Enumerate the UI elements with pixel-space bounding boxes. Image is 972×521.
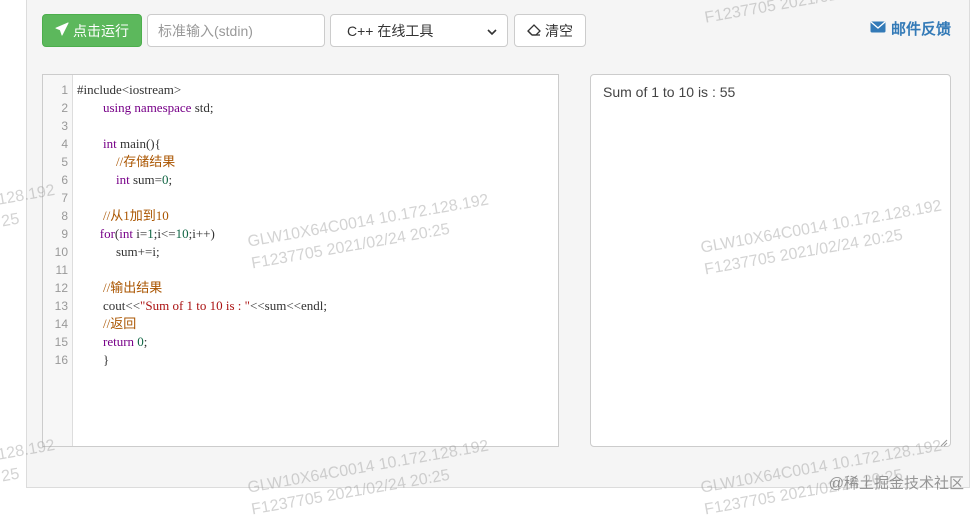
code-line: 1 #include<iostream> (43, 81, 558, 99)
code-token: sum+=i; (77, 244, 160, 259)
code-token: ;i++) (188, 226, 215, 241)
code-text: int sum=0; (77, 171, 172, 189)
line-number: 16 (54, 353, 68, 367)
code-text: //存储结果 (77, 153, 175, 171)
code-token: 10 (175, 226, 189, 241)
code-token: int (119, 226, 133, 241)
code-line: 9 for(int i=1;i<=10;i++) (43, 225, 558, 243)
code-text: #include<iostream> (77, 81, 181, 99)
code-line: 10 sum+=i; (43, 243, 558, 261)
clear-button[interactable]: 清空 (514, 14, 586, 47)
code-runner-panel: 点击运行 C++ 在线工具 清空 邮件反馈 1 #include<iostream… (26, 0, 970, 488)
code-line: 12 //输出结果 (43, 279, 558, 297)
code-token: for (99, 226, 115, 241)
code-token: ; (168, 172, 173, 187)
code-token: } (77, 352, 110, 367)
toolbar: 点击运行 C++ 在线工具 清空 邮件反馈 (27, 0, 969, 60)
code-text: sum+=i; (77, 243, 160, 261)
code-line: 4 int main(){ (43, 135, 558, 153)
code-token: #include<iostream> (77, 82, 182, 97)
code-lines: 1 #include<iostream> 2 using namespace std… (43, 81, 558, 369)
line-number: 11 (55, 263, 68, 277)
code-line: 3 (43, 117, 558, 135)
line-number: 14 (54, 317, 68, 331)
line-number: 3 (61, 119, 68, 133)
resize-handle-icon[interactable] (938, 434, 948, 447)
code-line: 13 cout<<"Sum of 1 to 10 is : "<<sum<<en… (43, 297, 558, 315)
code-text: return 0; (77, 333, 147, 351)
clear-button-label: 清空 (545, 22, 573, 39)
line-number: 9 (61, 227, 68, 241)
code-token: using namespace (103, 100, 192, 115)
line-number: 2 (61, 101, 68, 115)
line-number: 10 (54, 245, 68, 259)
email-feedback-link[interactable]: 邮件反馈 (870, 18, 951, 38)
chevron-down-icon (487, 23, 497, 39)
run-button-label: 点击运行 (73, 22, 129, 39)
line-number: 6 (61, 173, 68, 187)
eraser-icon (527, 23, 541, 39)
code-token: //返回 (103, 316, 137, 331)
line-number: 1 (61, 83, 68, 97)
code-line: 11 (43, 261, 558, 279)
code-text: } (77, 351, 109, 369)
code-token: "Sum of 1 to 10 is : " (140, 298, 250, 313)
stdin-input[interactable] (147, 14, 325, 47)
code-token: cout<< (77, 298, 141, 313)
code-token: //存储结果 (116, 154, 176, 169)
code-token: <<sum<<endl; (249, 298, 327, 313)
code-line: 16 } (43, 351, 558, 369)
code-token: //输出结果 (103, 280, 163, 295)
run-button[interactable]: 点击运行 (42, 14, 142, 47)
code-line: 14 //返回 (43, 315, 558, 333)
code-text: //从1加到10 (77, 207, 169, 225)
output-panel[interactable]: Sum of 1 to 10 is : 55 (590, 74, 951, 447)
line-number: 4 (61, 137, 68, 151)
code-token: std; (191, 100, 214, 115)
line-number: 8 (61, 209, 68, 223)
code-token: ;i<= (153, 226, 176, 241)
line-number: 15 (54, 335, 68, 349)
code-token: sum= (129, 172, 162, 187)
code-token: i= (133, 226, 148, 241)
code-editor[interactable]: 1 #include<iostream> 2 using namespace std… (42, 74, 559, 447)
email-feedback-label: 邮件反馈 (890, 20, 951, 38)
code-text: for(int i=1;i<=10;i++) (77, 225, 215, 243)
code-line: 6 int sum=0; (43, 171, 558, 189)
code-text: cout<<"Sum of 1 to 10 is : "<<sum<<endl; (77, 297, 327, 315)
code-token: return (103, 334, 135, 349)
code-token: int (116, 172, 130, 187)
code-token: int (103, 136, 117, 151)
line-number: 13 (54, 299, 68, 313)
code-line: 2 using namespace std; (43, 99, 558, 117)
code-text: int main(){ (77, 135, 161, 153)
paper-plane-icon (55, 22, 69, 39)
line-number: 7 (61, 191, 68, 205)
code-text: //输出结果 (77, 279, 162, 297)
code-token: ; (143, 334, 148, 349)
code-line: 15 return 0; (43, 333, 558, 351)
envelope-icon (870, 20, 886, 37)
line-number: 12 (54, 281, 68, 295)
language-select-value: C++ 在线工具 (347, 22, 434, 39)
code-token: //从1加到10 (103, 208, 169, 223)
code-line: 5 //存储结果 (43, 153, 558, 171)
code-token: main(){ (116, 136, 161, 151)
code-text: //返回 (77, 315, 136, 333)
language-select[interactable]: C++ 在线工具 (330, 14, 508, 47)
code-line: 7 (43, 189, 558, 207)
code-text: using namespace std; (77, 99, 214, 117)
output-text: Sum of 1 to 10 is : 55 (603, 84, 736, 100)
code-line: 8 //从1加到10 (43, 207, 558, 225)
line-number: 5 (61, 155, 68, 169)
